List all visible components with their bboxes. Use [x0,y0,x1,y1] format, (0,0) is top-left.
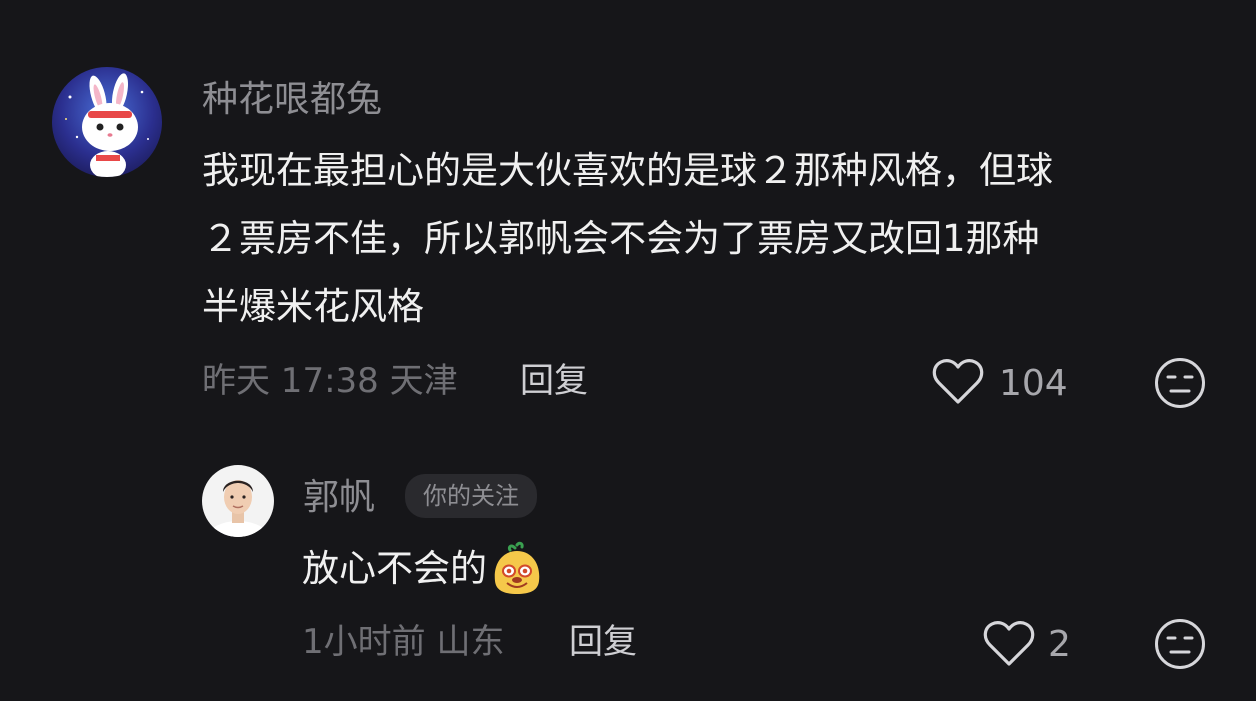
comment-time-location: 昨天 17:38 天津 [202,361,458,401]
rabbit-avatar-icon [52,67,162,177]
man-avatar-icon [202,465,274,537]
heart-icon [932,359,984,404]
reply-username[interactable]: 郭帆 [303,480,375,516]
following-badge: 你的关注 [405,474,537,518]
reply-avatar[interactable] [202,465,274,537]
neutral-face-icon [1155,358,1205,408]
comment-text-line: ２票房不佳，所以郭帆会不会为了票房又改回1那种 [202,217,1040,260]
reply-like-button[interactable] [982,619,1036,669]
comment-reply-button[interactable]: 回复 [520,364,588,398]
reply-text: 放心不会的 [302,547,487,590]
comment-like-count: 104 [999,363,1068,404]
comment-username[interactable]: 种花哏都兔 [202,82,382,118]
comment-reaction-button[interactable] [1153,356,1207,410]
comment-text-line: 半爆米花风格 [202,285,424,328]
smiling-blob-emoji-icon [494,541,540,594]
avatar[interactable] [52,67,162,177]
reply-text-row: 放心不会的 [302,539,545,599]
comment-text-line: 我现在最担心的是大伙喜欢的是球２那种风格，但球 [202,149,1053,192]
reply-reaction-button[interactable] [1153,617,1207,671]
neutral-face-icon [1155,619,1205,669]
reply-time-location: 1小时前 山东 [302,622,505,662]
reply-reply-button[interactable]: 回复 [569,625,637,659]
reply-like-count: 2 [1048,624,1071,665]
heart-icon [983,621,1035,666]
comment-like-button[interactable] [931,357,985,407]
comment-text: 我现在最担心的是大伙喜欢的是球２那种风格，但球 ２票房不佳，所以郭帆会不会为了票… [202,137,1212,341]
